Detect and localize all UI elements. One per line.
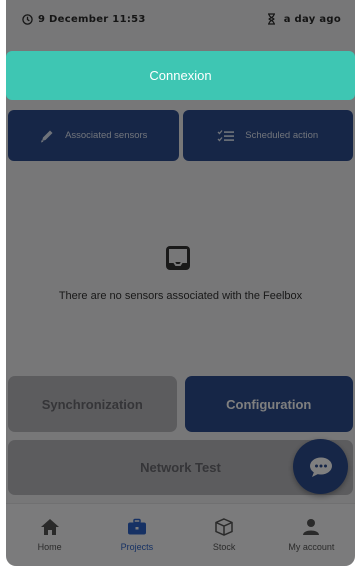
checklist-icon <box>217 129 235 141</box>
app-screen: 9 December 11:53 a day ago Associated se… <box>6 0 355 566</box>
bottom-navigation: Home Projects Stock My account <box>6 503 355 566</box>
box-icon <box>215 518 233 536</box>
nav-item-home[interactable]: Home <box>6 504 93 566</box>
hourglass-icon <box>267 13 275 25</box>
relative-time-text: a day ago <box>283 13 341 25</box>
nav-my-account-label: My account <box>288 542 335 552</box>
nav-item-stock[interactable]: Stock <box>181 504 268 566</box>
briefcase-icon <box>127 518 146 535</box>
inbox-icon <box>166 246 190 270</box>
chat-icon <box>309 457 332 477</box>
empty-state-message: There are no sensors associated with the… <box>58 290 303 302</box>
nav-home-label: Home <box>37 542 62 552</box>
connexion-banner[interactable]: Connexion <box>6 51 355 100</box>
home-icon <box>40 519 59 535</box>
chat-button[interactable] <box>293 439 348 494</box>
tab-associated-sensors[interactable]: Associated sensors <box>8 110 179 161</box>
status-bar: 9 December 11:53 a day ago <box>6 0 355 38</box>
pen-icon <box>41 130 53 142</box>
configuration-button[interactable]: Configuration <box>184 376 353 432</box>
relative-time-group: a day ago <box>267 13 341 25</box>
nav-projects-label: Projects <box>120 542 154 552</box>
tab-scheduled-action[interactable]: Scheduled action <box>182 110 353 161</box>
tab-associated-sensors-label: Associated sensors <box>65 130 148 141</box>
tab-bar: Associated sensors Scheduled action <box>8 110 353 161</box>
user-icon <box>303 519 320 535</box>
nav-stock-label: Stock <box>212 542 236 552</box>
timestamp-text: 9 December 11:53 <box>38 13 146 25</box>
nav-item-my-account[interactable]: My account <box>268 504 355 566</box>
tab-scheduled-action-label: Scheduled action <box>245 130 319 141</box>
clock-icon <box>22 13 33 25</box>
synchronization-button[interactable]: Synchronization <box>8 376 177 432</box>
timestamp-group: 9 December 11:53 <box>22 14 146 25</box>
nav-item-projects[interactable]: Projects <box>93 504 180 566</box>
action-row: Synchronization Configuration <box>8 376 353 432</box>
